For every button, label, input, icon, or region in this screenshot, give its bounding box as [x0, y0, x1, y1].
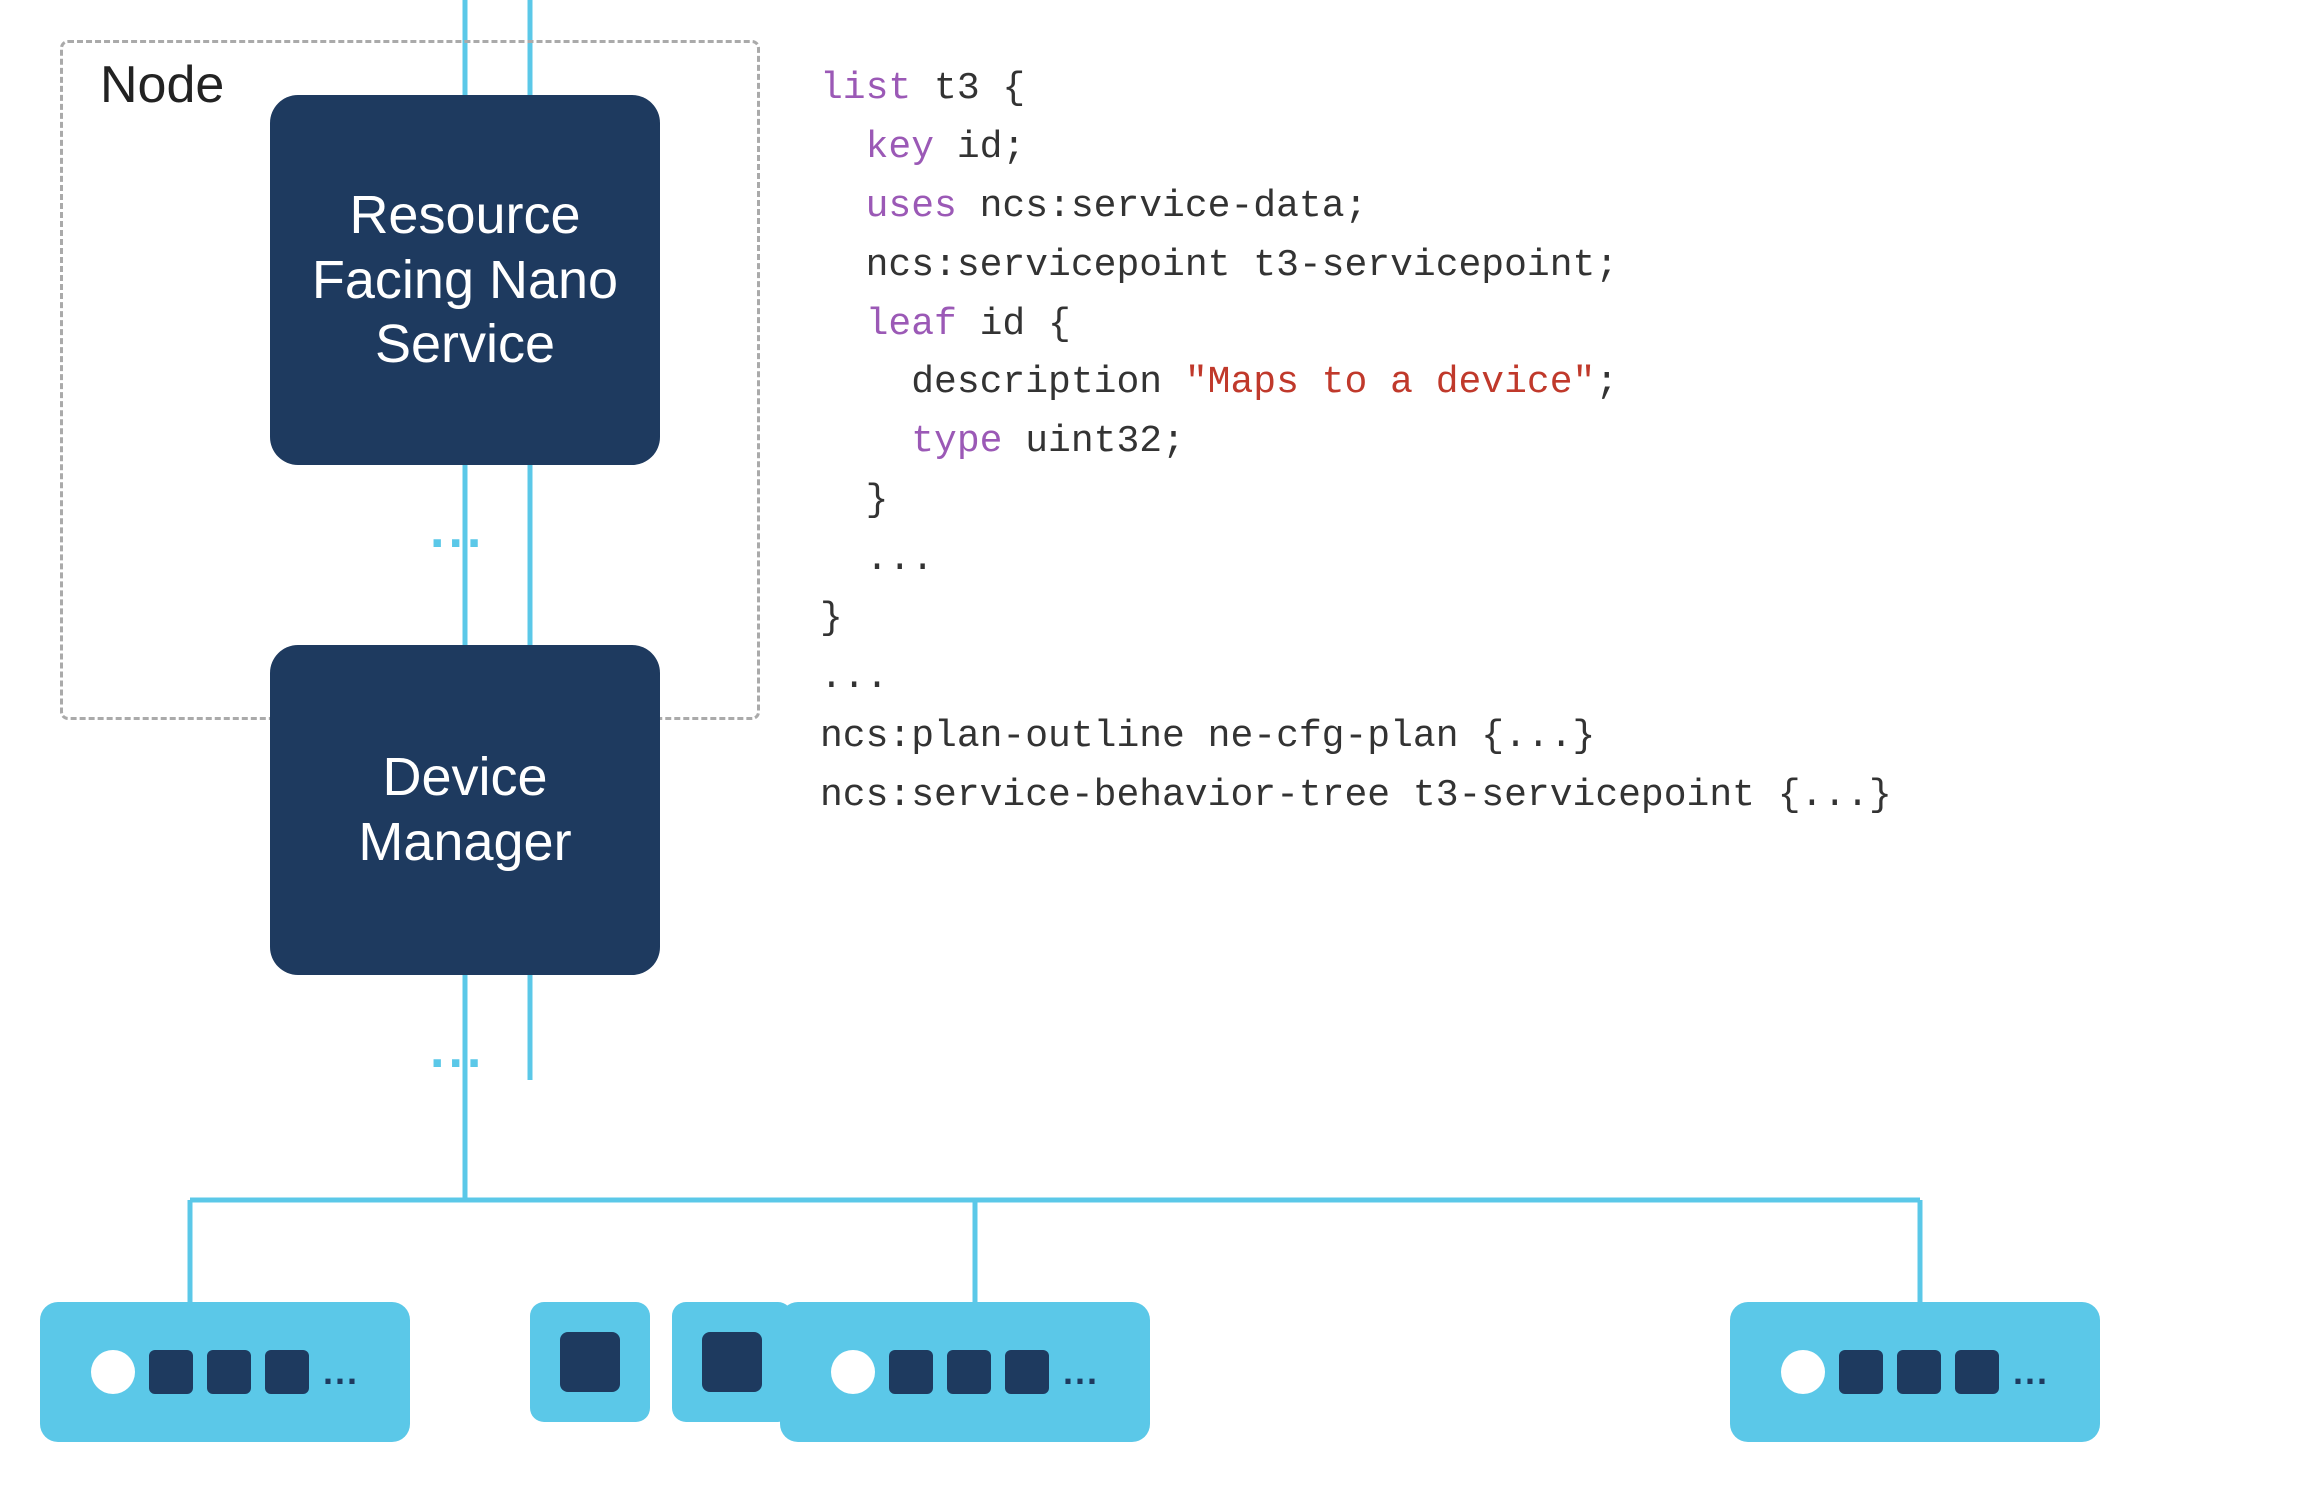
port-dots-3: ...	[1063, 1351, 1099, 1393]
dm-label: DeviceManager	[358, 745, 571, 875]
port-sq-3c	[1005, 1350, 1049, 1394]
device-small-2	[672, 1302, 792, 1422]
port-sq-4b	[1897, 1350, 1941, 1394]
port-circle-1	[91, 1350, 135, 1394]
port-sq-3b	[947, 1350, 991, 1394]
device-4: ...	[1730, 1302, 2100, 1442]
port-sq-3a	[889, 1350, 933, 1394]
code-block: list t3 { key id; uses ncs:service-data;…	[820, 60, 2240, 826]
dm-box: DeviceManager	[270, 645, 660, 975]
code-panel: list t3 { key id; uses ncs:service-data;…	[820, 60, 2240, 826]
port-sq-1	[149, 1350, 193, 1394]
port-sq-2	[207, 1350, 251, 1394]
device-3: ...	[780, 1302, 1150, 1442]
port-dots-1: ...	[323, 1351, 359, 1393]
port-sq-sm-2	[702, 1332, 762, 1392]
port-dots-4: ...	[2013, 1351, 2049, 1393]
port-sq-sm-1	[560, 1332, 620, 1392]
device-1: ...	[40, 1302, 410, 1442]
dots-below-dm: ...	[430, 1020, 485, 1080]
rfns-label: ResourceFacing NanoService	[312, 183, 618, 377]
port-sq-4c	[1955, 1350, 1999, 1394]
diagram-area: Node ResourceFacing NanoService ... Devi…	[0, 0, 2320, 1502]
port-sq-3	[265, 1350, 309, 1394]
port-circle-3	[831, 1350, 875, 1394]
port-sq-4a	[1839, 1350, 1883, 1394]
device-small-1	[530, 1302, 650, 1422]
rfns-box: ResourceFacing NanoService	[270, 95, 660, 465]
node-label: Node	[100, 55, 224, 115]
dots-between-boxes: ...	[430, 500, 485, 560]
port-circle-4	[1781, 1350, 1825, 1394]
